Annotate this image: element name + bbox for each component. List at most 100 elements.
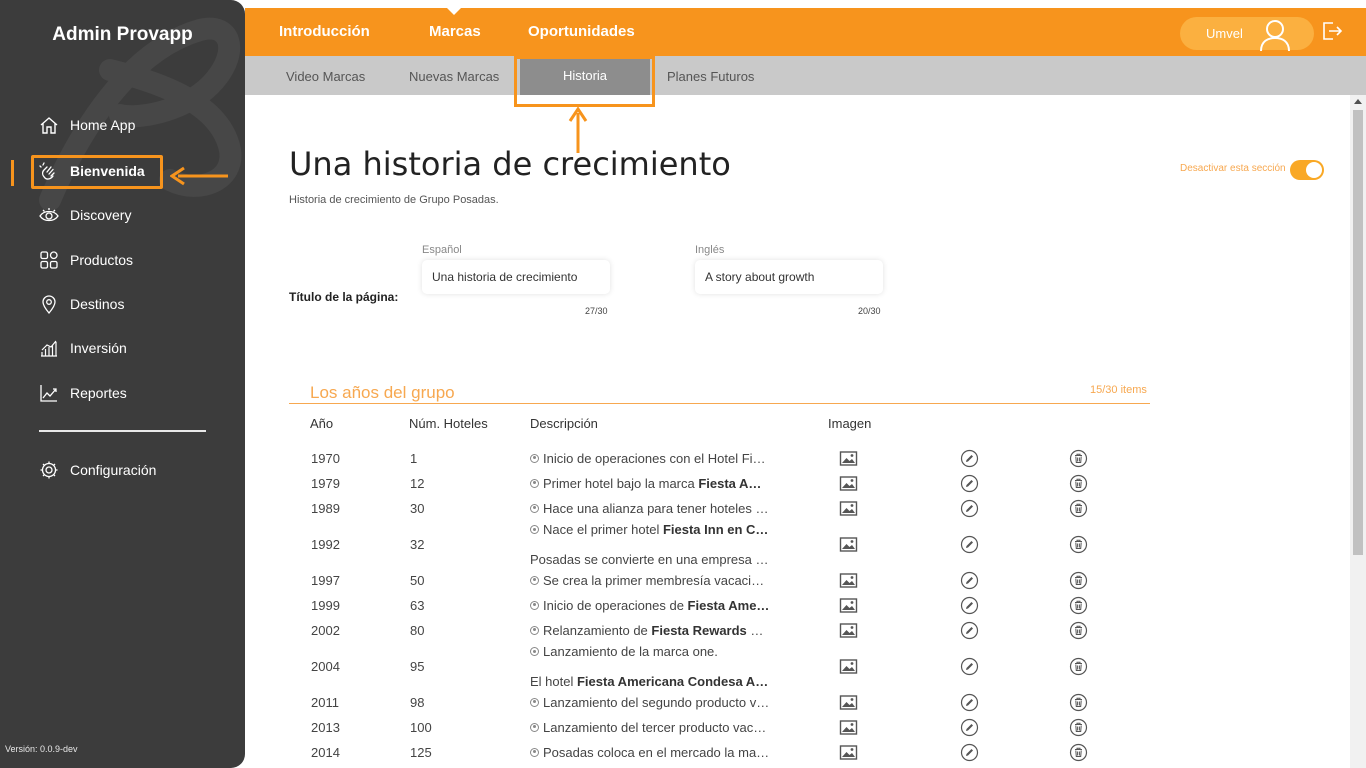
delete-icon[interactable] — [1069, 621, 1088, 640]
description-emphasis: Fiesta A… — [698, 475, 762, 491]
tab-introduccion[interactable]: Introducción — [279, 23, 370, 40]
description-text: Nace el primer hotel — [543, 522, 663, 537]
edit-icon[interactable] — [960, 449, 979, 468]
image-icon[interactable] — [839, 743, 858, 762]
sidebar-item-configuracion[interactable]: Configuración — [38, 453, 156, 487]
description-text: Lanzamiento del segundo producto v… — [543, 694, 770, 710]
english-title-input[interactable] — [695, 260, 883, 294]
active-subtab-highlight — [514, 56, 655, 107]
sidebar-item-label: Configuración — [70, 462, 157, 478]
edit-icon[interactable] — [960, 474, 979, 493]
hotels-cell: 125 — [410, 744, 432, 760]
scroll-thumb[interactable] — [1353, 110, 1363, 555]
toggle-knob — [1306, 162, 1322, 178]
sidebar: Admin Provapp Home App Bienvenida Discov… — [0, 0, 245, 768]
image-icon[interactable] — [839, 535, 858, 554]
description-line: Relanzamiento de Fiesta Rewards e… — [530, 623, 770, 638]
column-header-hotels: Núm. Hoteles — [409, 416, 488, 431]
tab-marcas[interactable]: Marcas — [429, 23, 481, 40]
subtab-video-marcas[interactable]: Video Marcas — [286, 69, 365, 84]
bullet-icon — [530, 647, 539, 657]
app-brand: Admin Provapp — [52, 24, 193, 45]
image-icon[interactable] — [839, 596, 858, 615]
sidebar-item-reportes[interactable]: Reportes — [38, 376, 127, 410]
description-text: Lanzamiento del tercer producto vac… — [543, 719, 767, 735]
edit-icon[interactable] — [960, 657, 979, 676]
sidebar-item-label: Destinos — [70, 296, 125, 312]
sidebar-item-home-app[interactable]: Home App — [38, 108, 135, 142]
section-divider — [289, 403, 1150, 404]
sidebar-item-label: Inversión — [70, 340, 127, 356]
page-title-row-label: Título de la página: — [289, 290, 399, 304]
description-line: Lanzamiento del segundo producto v… — [530, 695, 770, 710]
delete-icon[interactable] — [1069, 474, 1088, 493]
column-header-year: Año — [310, 416, 334, 431]
image-icon[interactable] — [839, 474, 858, 493]
description-line: Hace una alianza para tener hoteles … — [530, 501, 770, 516]
tab-oportunidades[interactable]: Oportunidades — [528, 23, 635, 40]
edit-icon[interactable] — [960, 718, 979, 737]
edit-icon[interactable] — [960, 535, 979, 554]
edit-icon[interactable] — [960, 693, 979, 712]
sidebar-item-destinos[interactable]: Destinos — [38, 287, 124, 321]
gear-icon — [38, 459, 60, 481]
delete-icon[interactable] — [1069, 571, 1088, 590]
image-icon[interactable] — [839, 571, 858, 590]
edit-icon[interactable] — [960, 571, 979, 590]
section-title: Los años del grupo — [310, 383, 455, 402]
delete-icon[interactable] — [1069, 499, 1088, 518]
description-line: Nace el primer hotel Fiesta Inn en C… — [530, 522, 770, 537]
user-menu-button[interactable]: Umvel — [1180, 17, 1314, 52]
active-tab-caret — [447, 8, 461, 15]
description-text: Lanzamiento de la marca one. — [543, 644, 718, 659]
hotels-cell: 95 — [410, 658, 425, 674]
image-icon[interactable] — [839, 621, 858, 640]
spanish-title-input[interactable] — [422, 260, 610, 294]
hotels-cell: 98 — [410, 694, 425, 710]
description-text: Inicio de operaciones de — [543, 597, 688, 613]
delete-icon[interactable] — [1069, 657, 1088, 676]
image-icon[interactable] — [839, 657, 858, 676]
column-header-image: Imagen — [828, 416, 872, 431]
bullet-icon — [530, 503, 539, 513]
logout-icon[interactable] — [1321, 20, 1343, 42]
home-icon — [38, 114, 60, 136]
scroll-up-arrow[interactable] — [1354, 99, 1362, 104]
delete-icon[interactable] — [1069, 718, 1088, 737]
subtab-planes-futuros[interactable]: Planes Futuros — [667, 69, 754, 84]
sidebar-item-bienvenida[interactable]: Bienvenida — [38, 154, 145, 188]
edit-icon[interactable] — [960, 596, 979, 615]
image-icon[interactable] — [839, 499, 858, 518]
page-title: Una historia de crecimiento — [289, 145, 731, 183]
delete-icon[interactable] — [1069, 535, 1088, 554]
subtab-nuevas-marcas[interactable]: Nuevas Marcas — [409, 69, 499, 84]
sidebar-item-inversion[interactable]: Inversión — [38, 331, 127, 365]
sidebar-item-discovery[interactable]: Discovery — [38, 198, 131, 232]
english-field-label: Inglés — [695, 244, 725, 256]
image-icon[interactable] — [839, 693, 858, 712]
year-cell: 1999 — [311, 597, 340, 613]
bullet-icon — [530, 625, 539, 635]
sidebar-item-productos[interactable]: Productos — [38, 243, 133, 277]
sub-navigation: Video Marcas Nuevas Marcas Historia Plan… — [245, 56, 1366, 95]
description-line: El hotel Fiesta Americana Condesa A… — [530, 674, 770, 689]
delete-icon[interactable] — [1069, 693, 1088, 712]
edit-icon[interactable] — [960, 743, 979, 762]
bullet-icon — [530, 525, 539, 535]
image-icon[interactable] — [839, 718, 858, 737]
delete-icon[interactable] — [1069, 743, 1088, 762]
page-scrollbar[interactable] — [1350, 95, 1366, 768]
delete-icon[interactable] — [1069, 449, 1088, 468]
edit-icon[interactable] — [960, 621, 979, 640]
bullet-icon — [530, 697, 539, 707]
edit-icon[interactable] — [960, 499, 979, 518]
section-toggle[interactable] — [1290, 160, 1324, 180]
description-text-tail: e… — [746, 622, 770, 638]
description-text: Primer hotel bajo la marca — [543, 475, 699, 491]
delete-icon[interactable] — [1069, 596, 1088, 615]
hotels-cell: 32 — [410, 536, 425, 552]
image-icon[interactable] — [839, 449, 858, 468]
year-cell: 1997 — [311, 572, 340, 588]
sidebar-item-label: Reportes — [70, 385, 127, 401]
description-emphasis: Fiesta Inn en C… — [662, 522, 769, 537]
